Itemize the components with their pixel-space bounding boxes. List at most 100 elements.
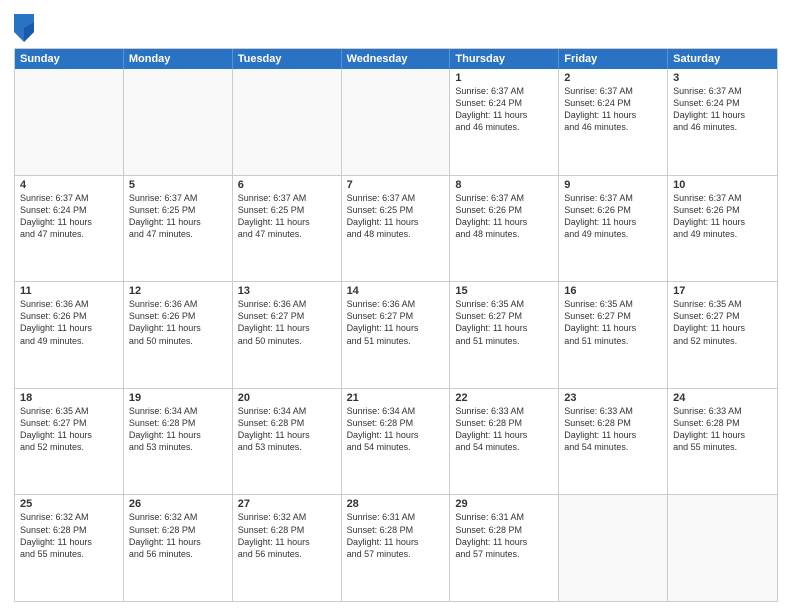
calendar-cell [668,495,777,601]
calendar-cell [342,69,451,175]
day-number: 9 [564,179,662,191]
day-number: 4 [20,179,118,191]
day-number: 21 [347,392,445,404]
calendar-cell: 18Sunrise: 6:35 AMSunset: 6:27 PMDayligh… [15,389,124,495]
cell-info: Sunrise: 6:37 AMSunset: 6:25 PMDaylight:… [238,192,336,241]
calendar-cell: 12Sunrise: 6:36 AMSunset: 6:26 PMDayligh… [124,282,233,388]
calendar-cell: 17Sunrise: 6:35 AMSunset: 6:27 PMDayligh… [668,282,777,388]
cell-info: Sunrise: 6:33 AMSunset: 6:28 PMDaylight:… [564,405,662,454]
day-number: 27 [238,498,336,510]
cell-info: Sunrise: 6:33 AMSunset: 6:28 PMDaylight:… [673,405,772,454]
calendar-cell: 6Sunrise: 6:37 AMSunset: 6:25 PMDaylight… [233,176,342,282]
calendar-week-1: 1Sunrise: 6:37 AMSunset: 6:24 PMDaylight… [15,69,777,176]
day-number: 13 [238,285,336,297]
cell-info: Sunrise: 6:35 AMSunset: 6:27 PMDaylight:… [20,405,118,454]
cell-info: Sunrise: 6:37 AMSunset: 6:24 PMDaylight:… [455,85,553,134]
cell-info: Sunrise: 6:37 AMSunset: 6:24 PMDaylight:… [564,85,662,134]
calendar-cell: 9Sunrise: 6:37 AMSunset: 6:26 PMDaylight… [559,176,668,282]
day-number: 6 [238,179,336,191]
cell-info: Sunrise: 6:32 AMSunset: 6:28 PMDaylight:… [238,511,336,560]
cell-info: Sunrise: 6:36 AMSunset: 6:26 PMDaylight:… [20,298,118,347]
day-number: 15 [455,285,553,297]
day-number: 18 [20,392,118,404]
day-number: 25 [20,498,118,510]
day-number: 26 [129,498,227,510]
day-number: 14 [347,285,445,297]
page: SundayMondayTuesdayWednesdayThursdayFrid… [0,0,792,612]
calendar-cell: 16Sunrise: 6:35 AMSunset: 6:27 PMDayligh… [559,282,668,388]
calendar-cell [233,69,342,175]
day-number: 7 [347,179,445,191]
calendar-cell: 21Sunrise: 6:34 AMSunset: 6:28 PMDayligh… [342,389,451,495]
calendar-body: 1Sunrise: 6:37 AMSunset: 6:24 PMDaylight… [15,69,777,601]
cell-info: Sunrise: 6:36 AMSunset: 6:27 PMDaylight:… [347,298,445,347]
day-number: 12 [129,285,227,297]
day-number: 28 [347,498,445,510]
calendar-cell: 28Sunrise: 6:31 AMSunset: 6:28 PMDayligh… [342,495,451,601]
cell-info: Sunrise: 6:37 AMSunset: 6:25 PMDaylight:… [347,192,445,241]
logo-icon [14,14,34,42]
calendar-cell: 1Sunrise: 6:37 AMSunset: 6:24 PMDaylight… [450,69,559,175]
cal-header-tuesday: Tuesday [233,49,342,69]
calendar-cell: 11Sunrise: 6:36 AMSunset: 6:26 PMDayligh… [15,282,124,388]
calendar-week-5: 25Sunrise: 6:32 AMSunset: 6:28 PMDayligh… [15,495,777,601]
cell-info: Sunrise: 6:31 AMSunset: 6:28 PMDaylight:… [455,511,553,560]
cell-info: Sunrise: 6:35 AMSunset: 6:27 PMDaylight:… [564,298,662,347]
cal-header-saturday: Saturday [668,49,777,69]
day-number: 24 [673,392,772,404]
calendar-cell: 5Sunrise: 6:37 AMSunset: 6:25 PMDaylight… [124,176,233,282]
calendar-header-row: SundayMondayTuesdayWednesdayThursdayFrid… [15,49,777,69]
logo [14,14,38,42]
cell-info: Sunrise: 6:34 AMSunset: 6:28 PMDaylight:… [347,405,445,454]
calendar-cell: 7Sunrise: 6:37 AMSunset: 6:25 PMDaylight… [342,176,451,282]
calendar-cell: 10Sunrise: 6:37 AMSunset: 6:26 PMDayligh… [668,176,777,282]
day-number: 22 [455,392,553,404]
calendar-week-2: 4Sunrise: 6:37 AMSunset: 6:24 PMDaylight… [15,176,777,283]
day-number: 8 [455,179,553,191]
calendar-cell: 26Sunrise: 6:32 AMSunset: 6:28 PMDayligh… [124,495,233,601]
cell-info: Sunrise: 6:35 AMSunset: 6:27 PMDaylight:… [673,298,772,347]
day-number: 10 [673,179,772,191]
cell-info: Sunrise: 6:32 AMSunset: 6:28 PMDaylight:… [20,511,118,560]
cal-header-thursday: Thursday [450,49,559,69]
cal-header-monday: Monday [124,49,233,69]
calendar-cell: 2Sunrise: 6:37 AMSunset: 6:24 PMDaylight… [559,69,668,175]
calendar-cell: 25Sunrise: 6:32 AMSunset: 6:28 PMDayligh… [15,495,124,601]
cell-info: Sunrise: 6:37 AMSunset: 6:26 PMDaylight:… [673,192,772,241]
day-number: 16 [564,285,662,297]
day-number: 29 [455,498,553,510]
day-number: 17 [673,285,772,297]
calendar-cell: 27Sunrise: 6:32 AMSunset: 6:28 PMDayligh… [233,495,342,601]
calendar-cell: 29Sunrise: 6:31 AMSunset: 6:28 PMDayligh… [450,495,559,601]
day-number: 20 [238,392,336,404]
calendar-cell: 19Sunrise: 6:34 AMSunset: 6:28 PMDayligh… [124,389,233,495]
calendar-cell: 13Sunrise: 6:36 AMSunset: 6:27 PMDayligh… [233,282,342,388]
calendar-cell: 4Sunrise: 6:37 AMSunset: 6:24 PMDaylight… [15,176,124,282]
day-number: 19 [129,392,227,404]
calendar-cell [15,69,124,175]
cell-info: Sunrise: 6:37 AMSunset: 6:26 PMDaylight:… [455,192,553,241]
cell-info: Sunrise: 6:32 AMSunset: 6:28 PMDaylight:… [129,511,227,560]
calendar-cell: 23Sunrise: 6:33 AMSunset: 6:28 PMDayligh… [559,389,668,495]
cell-info: Sunrise: 6:31 AMSunset: 6:28 PMDaylight:… [347,511,445,560]
day-number: 23 [564,392,662,404]
calendar-cell: 24Sunrise: 6:33 AMSunset: 6:28 PMDayligh… [668,389,777,495]
cal-header-friday: Friday [559,49,668,69]
calendar-cell: 8Sunrise: 6:37 AMSunset: 6:26 PMDaylight… [450,176,559,282]
cell-info: Sunrise: 6:34 AMSunset: 6:28 PMDaylight:… [238,405,336,454]
calendar-week-3: 11Sunrise: 6:36 AMSunset: 6:26 PMDayligh… [15,282,777,389]
header [14,10,778,42]
calendar-cell: 3Sunrise: 6:37 AMSunset: 6:24 PMDaylight… [668,69,777,175]
calendar: SundayMondayTuesdayWednesdayThursdayFrid… [14,48,778,602]
day-number: 1 [455,72,553,84]
cell-info: Sunrise: 6:37 AMSunset: 6:26 PMDaylight:… [564,192,662,241]
calendar-week-4: 18Sunrise: 6:35 AMSunset: 6:27 PMDayligh… [15,389,777,496]
cal-header-sunday: Sunday [15,49,124,69]
cal-header-wednesday: Wednesday [342,49,451,69]
calendar-cell: 15Sunrise: 6:35 AMSunset: 6:27 PMDayligh… [450,282,559,388]
day-number: 11 [20,285,118,297]
cell-info: Sunrise: 6:37 AMSunset: 6:25 PMDaylight:… [129,192,227,241]
calendar-cell [124,69,233,175]
day-number: 5 [129,179,227,191]
cell-info: Sunrise: 6:36 AMSunset: 6:26 PMDaylight:… [129,298,227,347]
